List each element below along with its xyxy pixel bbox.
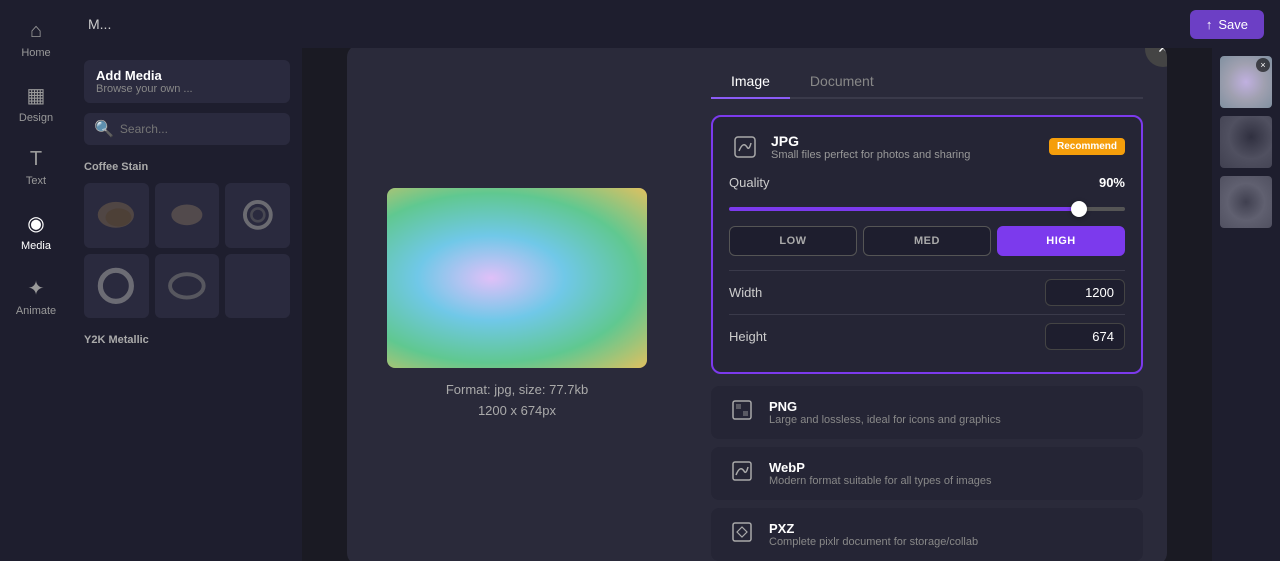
- sticker-item[interactable]: [155, 254, 220, 319]
- sticker-item[interactable]: [155, 183, 220, 248]
- webp-name: WebP: [769, 460, 992, 475]
- save-icon: ↑: [1206, 17, 1213, 32]
- width-label: Width: [729, 285, 762, 300]
- jpg-format-card[interactable]: JPG Small files perfect for photos and s…: [711, 115, 1143, 374]
- format-name: JPG: [771, 133, 970, 149]
- quality-value: 90%: [1099, 175, 1125, 190]
- sticker-item[interactable]: [84, 183, 149, 248]
- modal-tabs: Image Document: [711, 65, 1143, 99]
- sticker-item[interactable]: [225, 254, 290, 319]
- sidebar-item-home-label: Home: [21, 47, 50, 59]
- quality-high-button[interactable]: HIGH: [997, 226, 1125, 256]
- format-text: JPG Small files perfect for photos and s…: [771, 133, 970, 161]
- webp-text: WebP Modern format suitable for all type…: [769, 460, 992, 487]
- quality-low-button[interactable]: LOW: [729, 226, 857, 256]
- tab-document[interactable]: Document: [790, 65, 894, 99]
- design-icon: ▦: [27, 83, 46, 108]
- add-media-title: Add Media: [96, 68, 278, 83]
- quality-med-button[interactable]: MED: [863, 226, 991, 256]
- format-description: Small files perfect for photos and shari…: [771, 149, 970, 161]
- height-input[interactable]: [1045, 323, 1125, 350]
- sidebar-item-media[interactable]: ◉ Media: [6, 201, 66, 262]
- sidebar-item-design[interactable]: ▦ Design: [6, 73, 66, 134]
- sidebar-item-design-label: Design: [19, 112, 53, 124]
- modal-preview-panel: Format: jpg, size: 77.7kb 1200 x 674px: [347, 48, 687, 561]
- quality-slider-container: [729, 198, 1125, 216]
- pxz-icon: [727, 520, 757, 549]
- content-area: Add Media Browse your own ... 🔍 Coffee S…: [72, 48, 1280, 561]
- sidebar-item-animate[interactable]: ✦ Animate: [6, 266, 66, 327]
- jpg-icon: [729, 131, 761, 163]
- coffee-stain-section-title: Coffee Stain: [84, 161, 290, 173]
- quality-row: Quality 90%: [729, 175, 1125, 190]
- export-modal: × Format: jpg, size: 77.7kb 1200 x 674px: [347, 48, 1167, 561]
- png-name: PNG: [769, 399, 1001, 414]
- sticker-item[interactable]: [225, 183, 290, 248]
- search-icon: 🔍: [94, 119, 114, 139]
- modal-settings-panel: Image Document: [687, 48, 1167, 561]
- animate-icon: ✦: [28, 276, 45, 301]
- save-button[interactable]: ↑ Save: [1190, 10, 1264, 39]
- modal-overlay: × Format: jpg, size: 77.7kb 1200 x 674px: [302, 48, 1212, 561]
- sticker-item[interactable]: [84, 254, 149, 319]
- webp-format-option[interactable]: WebP Modern format suitable for all type…: [711, 447, 1143, 500]
- quality-buttons: LOW MED HIGH: [729, 226, 1125, 256]
- media-icon: ◉: [27, 211, 44, 236]
- png-icon: [727, 398, 757, 427]
- sidebar-item-media-label: Media: [21, 240, 51, 252]
- stickers-grid: [84, 183, 290, 318]
- pxz-description: Complete pixlr document for storage/coll…: [769, 536, 978, 548]
- width-row: Width: [729, 270, 1125, 314]
- topbar-title: M...: [88, 16, 111, 32]
- sidebar: ⌂ Home ▦ Design T Text ◉ Media ✦ Animate: [0, 0, 72, 561]
- sidebar-item-animate-label: Animate: [16, 305, 56, 317]
- png-format-option[interactable]: PNG Large and lossless, ideal for icons …: [711, 386, 1143, 439]
- add-media-button[interactable]: Add Media Browse your own ...: [84, 60, 290, 103]
- thumbnail-2[interactable]: [1220, 116, 1272, 168]
- thumbnail-1-close[interactable]: ×: [1256, 58, 1270, 72]
- search-input[interactable]: [120, 122, 280, 136]
- canvas-area: × Format: jpg, size: 77.7kb 1200 x 674px: [302, 48, 1212, 561]
- tab-image[interactable]: Image: [711, 65, 790, 99]
- png-description: Large and lossless, ideal for icons and …: [769, 414, 1001, 426]
- format-card-header: JPG Small files perfect for photos and s…: [729, 131, 1125, 163]
- left-panel: Add Media Browse your own ... 🔍 Coffee S…: [72, 48, 302, 561]
- webp-icon: [727, 459, 757, 488]
- search-box: 🔍: [84, 113, 290, 145]
- topbar: M... ↑ Save: [72, 0, 1280, 48]
- pxz-format-option[interactable]: PXZ Complete pixlr document for storage/…: [711, 508, 1143, 561]
- png-text: PNG Large and lossless, ideal for icons …: [769, 399, 1001, 426]
- format-info: JPG Small files perfect for photos and s…: [729, 131, 970, 163]
- height-label: Height: [729, 329, 767, 344]
- thumbnail-3[interactable]: [1220, 176, 1272, 228]
- quality-label: Quality: [729, 175, 769, 190]
- height-row: Height: [729, 314, 1125, 358]
- main-area: M... ↑ Save Add Media Browse your own ..…: [72, 0, 1280, 561]
- right-panel: ×: [1212, 48, 1280, 561]
- preview-format-meta: Format: jpg, size: 77.7kb 1200 x 674px: [446, 380, 588, 422]
- sidebar-item-text[interactable]: T Text: [6, 138, 66, 197]
- preview-image: [387, 188, 647, 368]
- thumbnail-2-image: [1220, 116, 1272, 168]
- recommend-badge: Recommend: [1049, 138, 1125, 155]
- sidebar-item-home[interactable]: ⌂ Home: [6, 10, 66, 69]
- home-icon: ⌂: [30, 20, 42, 43]
- pxz-text: PXZ Complete pixlr document for storage/…: [769, 521, 978, 548]
- thumbnail-1[interactable]: ×: [1220, 56, 1272, 108]
- sidebar-item-text-label: Text: [26, 175, 46, 187]
- width-input[interactable]: [1045, 279, 1125, 306]
- thumbnail-3-image: [1220, 176, 1272, 228]
- text-icon: T: [30, 148, 42, 171]
- pxz-name: PXZ: [769, 521, 978, 536]
- y2k-section-title: Y2K Metallic: [84, 334, 290, 346]
- webp-description: Modern format suitable for all types of …: [769, 475, 992, 487]
- add-media-subtitle: Browse your own ...: [96, 83, 278, 95]
- quality-slider[interactable]: [729, 207, 1125, 211]
